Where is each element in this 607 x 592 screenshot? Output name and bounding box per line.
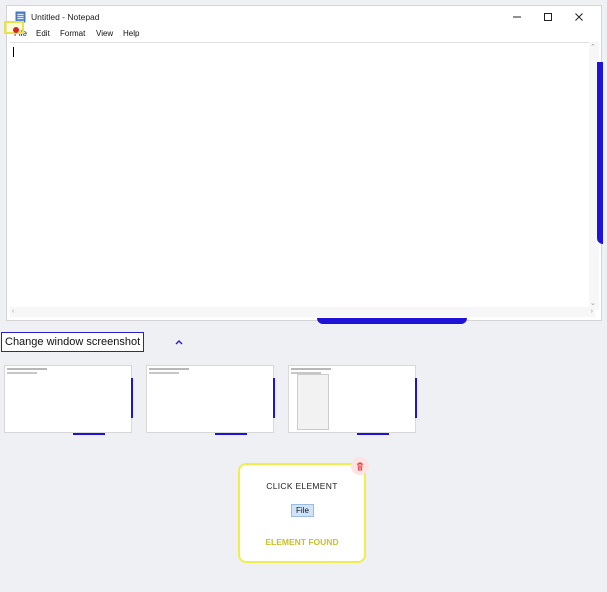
thumbnail-blue-side [273,378,275,418]
menu-view[interactable]: View [96,29,113,38]
target-element-chip: File [291,504,314,517]
thumbnail-menubar [149,372,179,374]
thumbnail-blue-side [415,378,417,418]
scroll-right-icon[interactable]: › [591,308,593,316]
menu-edit[interactable]: Edit [36,29,50,38]
blue-side-indicator [597,62,603,244]
thumbnail-blue-bottom [73,433,105,435]
close-button[interactable] [563,6,594,28]
notepad-titlebar: Untitled - Notepad [7,6,601,28]
thumbnail-blue-bottom [215,433,247,435]
notepad-title: Untitled - Notepad [31,12,100,22]
thumbnail-blue-side [131,378,133,418]
notepad-text-area[interactable] [10,42,595,311]
element-status-label: ELEMENT FOUND [265,537,339,547]
maximize-icon [543,13,552,21]
scroll-up-icon[interactable]: ⌃ [590,44,596,52]
blue-bottom-indicator [317,318,467,324]
thumbnail-titlebar [291,368,331,370]
action-type-label: CLICK ELEMENT [266,481,338,491]
maximize-button[interactable] [532,6,563,28]
trash-icon [357,462,363,471]
delete-action-button[interactable] [351,457,369,475]
screenshot-thumbnail[interactable] [4,365,133,435]
cursor-marker-icon [13,27,19,33]
menu-format[interactable]: Format [60,29,85,38]
action-card: CLICK ELEMENT File ELEMENT FOUND [238,463,366,563]
horizontal-scrollbar[interactable]: ‹ › [10,307,595,317]
change-window-screenshot-button[interactable]: Change window screenshot [1,332,145,352]
close-icon [574,13,583,21]
chevron-up-icon[interactable] [173,336,185,348]
minimize-button[interactable] [501,6,532,28]
thumbnail-titlebar [7,368,47,370]
screenshot-thumbnail[interactable] [288,365,417,435]
menu-help[interactable]: Help [123,29,139,38]
thumbnail-blue-bottom [357,433,389,435]
text-caret [13,47,14,57]
notepad-menubar: File Edit Format View Help [7,28,601,41]
thumbnail-titlebar [149,368,189,370]
scroll-left-icon[interactable]: ‹ [12,308,14,316]
thumbnail-menubar [7,372,37,374]
screenshot-thumbnail[interactable] [146,365,275,435]
notepad-window: Untitled - Notepad File Edit Format View… [6,5,602,321]
minimize-icon [512,16,521,18]
thumbnail-menu-popup [297,374,329,430]
